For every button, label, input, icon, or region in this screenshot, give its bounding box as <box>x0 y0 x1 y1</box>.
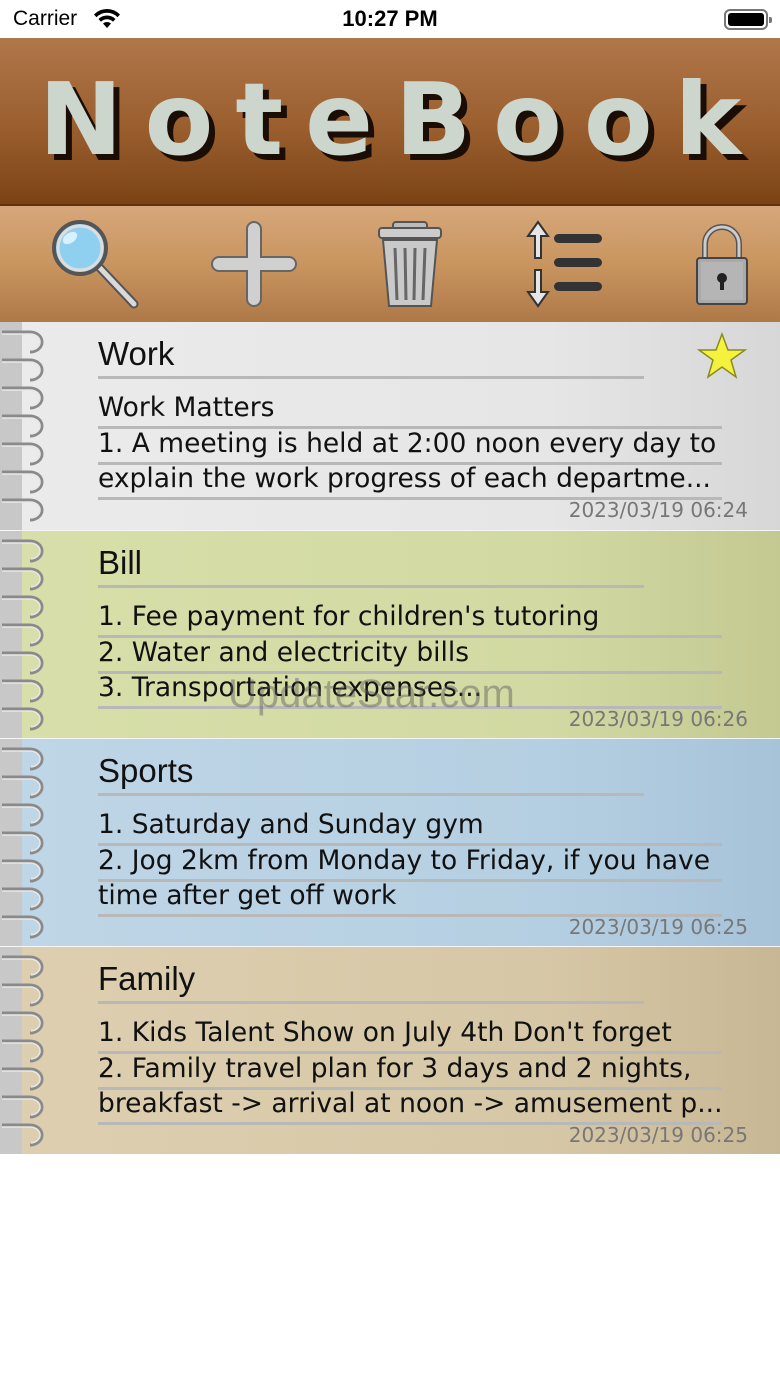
spiral-binding-icon <box>0 739 44 946</box>
note-line: 3. Transportation expenses... <box>98 672 483 703</box>
note-line: breakfast -> arrival at noon -> amusemen… <box>98 1088 723 1119</box>
note-title: Bill <box>98 544 143 581</box>
note-line: 2. Water and electricity bills <box>98 637 470 668</box>
magnifier-icon <box>52 220 139 309</box>
battery-icon <box>724 9 772 30</box>
note-line: 1. Fee payment for children's tutoring <box>98 601 600 632</box>
note-date: 2023/03/19 06:25 <box>568 915 748 939</box>
note-item-sports[interactable]: Sports 1. Saturday and Sunday gym 2. Jog… <box>0 738 780 946</box>
spiral-binding-icon <box>0 531 44 738</box>
app-header: NoteBook <box>0 38 780 206</box>
trash-icon <box>378 221 442 307</box>
delete-button[interactable] <box>362 216 458 312</box>
note-item-work[interactable]: Work Work Matters 1. A meeting is held a… <box>0 322 780 530</box>
status-bar: Carrier 10:27 PM <box>0 0 780 38</box>
note-line: 2. Jog 2km from Monday to Friday, if you… <box>98 845 710 876</box>
note-line: 1. A meeting is held at 2:00 noon every … <box>98 428 717 459</box>
note-date: 2023/03/19 06:25 <box>568 1123 748 1147</box>
search-button[interactable] <box>46 216 142 312</box>
note-line: explain the work progress of each depart… <box>98 463 711 494</box>
note-item-bill[interactable]: Bill 1. Fee payment for children's tutor… <box>0 530 780 738</box>
note-date: 2023/03/19 06:26 <box>568 707 748 731</box>
clock: 10:27 PM <box>342 6 438 31</box>
lock-button[interactable] <box>674 216 770 312</box>
note-line: 2. Family travel plan for 3 days and 2 n… <box>98 1053 692 1084</box>
note-line: Work Matters <box>98 392 275 423</box>
toolbar <box>0 206 780 322</box>
add-button[interactable] <box>206 216 302 312</box>
note-line: 1. Kids Talent Show on July 4th Don't fo… <box>98 1017 672 1048</box>
notes-list: Work Work Matters 1. A meeting is held a… <box>0 322 780 1154</box>
spiral-binding-icon <box>0 322 44 530</box>
note-item-family[interactable]: Family 1. Kids Talent Show on July 4th D… <box>0 946 780 1154</box>
plus-icon <box>211 221 297 307</box>
spiral-binding-icon <box>0 947 44 1154</box>
star-icon[interactable] <box>697 332 747 380</box>
note-title: Work <box>98 335 175 372</box>
sort-list-icon <box>526 220 602 308</box>
note-line: time after get off work <box>98 880 397 911</box>
note-title: Family <box>98 960 196 997</box>
note-line: 1. Saturday and Sunday gym <box>98 809 484 840</box>
padlock-icon <box>696 224 748 305</box>
sort-button[interactable] <box>516 216 612 312</box>
app-title: NoteBook <box>38 61 764 178</box>
note-title: Sports <box>98 752 194 789</box>
note-date: 2023/03/19 06:24 <box>568 498 748 522</box>
